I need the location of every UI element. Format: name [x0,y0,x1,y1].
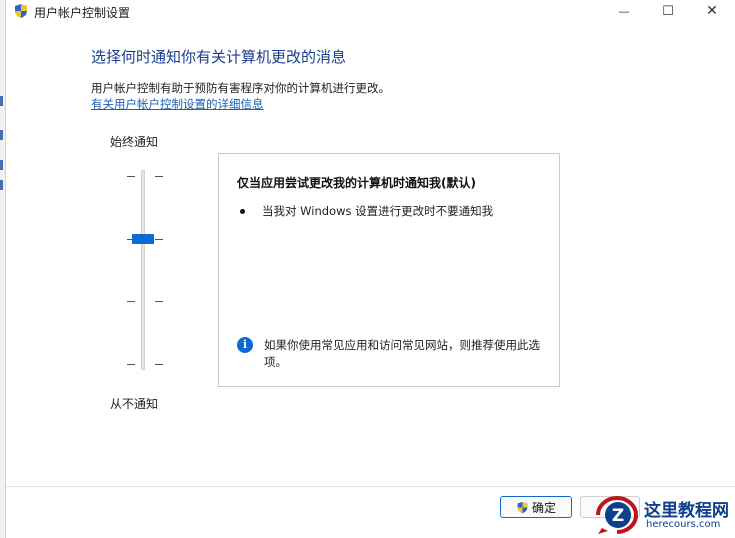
slider-tick [155,301,163,302]
watermark-title: 这里教程网 [644,501,729,521]
slider-tick [127,364,135,365]
uac-shield-icon [517,501,528,513]
slider-top-label: 始终通知 [110,135,159,149]
site-watermark: Z 这里教程网 herecours.com [594,494,735,536]
minimize-button[interactable]: — [602,0,646,22]
panel-bullet-text: 当我对 Windows 设置进行更改时不要通知我 [262,204,494,218]
watermark-logo-icon: Z [596,496,638,534]
uac-settings-window: 用户帐户控制设置 — ☐ ✕ 选择何时通知你有关计算机更改的消息 用户帐户控制有… [5,0,735,538]
close-button[interactable]: ✕ [690,0,734,22]
minimize-icon: — [618,4,630,18]
title-bar[interactable]: 用户帐户控制设置 — ☐ ✕ [6,0,735,22]
bullet-icon [240,209,245,214]
panel-title: 仅当应用尝试更改我的计算机时通知我(默认) [237,176,476,190]
svg-text:Z: Z [612,506,624,526]
help-link[interactable]: 有关用户帐户控制设置的详细信息 [91,96,264,112]
slider-tick [127,301,135,302]
ok-button-label: 确定 [531,500,556,515]
slider-tick [155,239,163,240]
notification-description-panel: 仅当应用尝试更改我的计算机时通知我(默认) 当我对 Windows 设置进行更改… [218,153,560,387]
uac-shield-icon [15,4,27,18]
close-icon: ✕ [706,3,718,19]
maximize-button[interactable]: ☐ [646,0,690,22]
page-heading: 选择何时通知你有关计算机更改的消息 [91,48,347,66]
slider-tick [155,176,163,177]
info-icon: i [237,337,253,353]
slider-tick [127,176,135,177]
watermark-url: herecours.com [646,519,721,530]
maximize-icon: ☐ [662,3,674,19]
slider-bottom-label: 从不通知 [110,397,159,411]
slider-tick [155,364,163,365]
footer-divider [6,486,735,487]
slider-thumb[interactable] [132,234,154,244]
window-title: 用户帐户控制设置 [34,6,131,20]
panel-info-text: 如果你使用常见应用和访问常见网站，则推荐使用此选项。 [264,338,540,369]
ok-button[interactable]: 确定 [500,496,572,518]
page-description: 用户帐户控制有助于预防有害程序对你的计算机进行更改。 [91,81,390,95]
slider-track[interactable] [141,170,145,370]
